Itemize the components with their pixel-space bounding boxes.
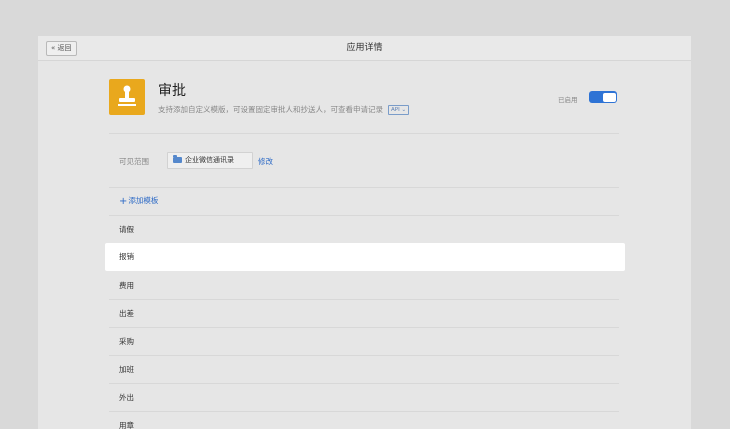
template-label: 加班 — [119, 365, 134, 374]
visibility-scope-box: 企业微信通讯录 — [167, 152, 253, 169]
template-row-feiyong[interactable]: 费用 — [109, 272, 619, 300]
app-detail-panel: « 返回 应用详情 审批 支持添加自定义模版，可设置固定审批人和抄送人，可查看申… — [38, 36, 691, 429]
add-template-label: 添加模板 — [128, 196, 159, 205]
stamp-icon — [109, 79, 145, 115]
status-label: 已启用 — [558, 96, 578, 104]
template-label: 用章 — [119, 421, 134, 429]
toggle-knob — [602, 92, 616, 102]
visibility-value: 企业微信通讯录 — [185, 156, 234, 164]
title-bar: « 返回 应用详情 — [38, 36, 691, 61]
app-description: 支持添加自定义模版，可设置固定审批人和抄送人，可查看申请记录 API ⌄ — [158, 104, 410, 115]
app-name: 审批 — [158, 83, 186, 99]
template-label: 费用 — [119, 281, 134, 290]
template-row-waichu[interactable]: 外出 — [109, 384, 619, 412]
template-row-baoxiao[interactable]: 报销 — [105, 243, 625, 271]
plus-icon: + — [119, 196, 128, 207]
template-row-caigou[interactable]: 采购 — [109, 328, 619, 356]
template-label: 请假 — [119, 225, 134, 234]
template-row-chuchai[interactable]: 出差 — [109, 300, 619, 328]
divider — [109, 187, 619, 188]
template-row-yongzhang[interactable]: 用章 — [109, 412, 619, 429]
enable-toggle[interactable] — [589, 91, 617, 103]
visibility-label: 可见范围 — [119, 157, 149, 166]
template-label: 报销 — [119, 252, 134, 261]
template-label: 采购 — [119, 337, 134, 346]
app-description-text: 支持添加自定义模版，可设置固定审批人和抄送人，可查看申请记录 — [158, 105, 383, 114]
add-template-button[interactable]: +添加模板 — [119, 195, 158, 207]
modify-link[interactable]: 修改 — [258, 156, 273, 167]
page-title: 应用详情 — [346, 43, 383, 53]
template-row-qingjia[interactable]: 请假 — [109, 216, 619, 244]
template-label: 外出 — [119, 393, 134, 402]
divider — [109, 133, 619, 134]
template-label: 出差 — [119, 309, 134, 318]
api-badge[interactable]: API ⌄ — [388, 105, 410, 115]
template-row-jiaban[interactable]: 加班 — [109, 356, 619, 384]
folder-icon — [173, 155, 182, 163]
